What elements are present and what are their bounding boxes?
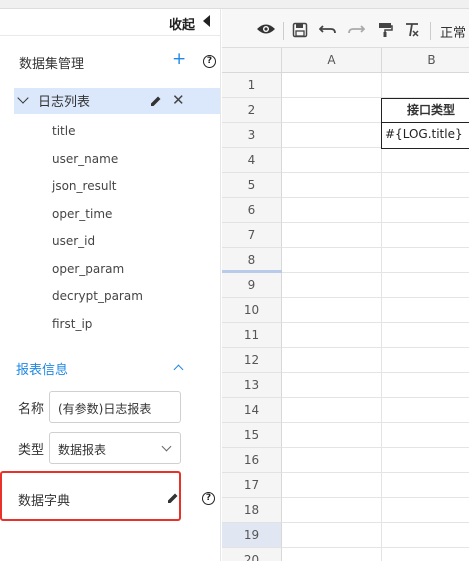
report-name-input[interactable]: (有参数)日志报表 (49, 391, 181, 423)
spreadsheet-grid[interactable]: A B 1 2 3 4 5 6 7 8 9 10 11 12 13 14 15 … (222, 48, 469, 561)
redo-icon[interactable] (347, 22, 366, 39)
window-top-strip (0, 0, 469, 9)
field-item[interactable]: oper_time (52, 207, 112, 221)
field-item[interactable]: user_id (52, 234, 95, 248)
row-header[interactable]: 9 (222, 273, 282, 298)
column-header-b[interactable]: B (382, 48, 469, 73)
report-type-value: 数据报表 (58, 443, 107, 457)
edit-dataset-icon[interactable] (150, 95, 162, 107)
row-header[interactable]: 6 (222, 198, 282, 223)
row-header[interactable]: 7 (222, 223, 282, 248)
row-header[interactable]: 19 (222, 523, 282, 548)
collapse-row[interactable]: 收起 (0, 9, 221, 35)
toolbar-separator (283, 22, 284, 40)
eye-icon[interactable] (256, 22, 276, 39)
row-header[interactable]: 18 (222, 498, 282, 523)
row-header[interactable]: 15 (222, 423, 282, 448)
cell-b3[interactable]: #{LOG.title} (382, 123, 469, 146)
field-item[interactable]: title (52, 124, 75, 138)
row-header[interactable]: 12 (222, 348, 282, 373)
cell-style-select[interactable]: 正常 (440, 22, 466, 41)
field-item[interactable]: oper_param (52, 262, 124, 276)
field-item[interactable]: decrypt_param (52, 289, 143, 303)
column-a-cells[interactable] (282, 73, 382, 561)
column-header-a[interactable]: A (282, 48, 382, 73)
save-icon[interactable] (292, 22, 308, 41)
row-header[interactable]: 17 (222, 473, 282, 498)
row-header[interactable]: 2 (222, 98, 282, 123)
row-header[interactable]: 16 (222, 448, 282, 473)
row-header[interactable]: 3 (222, 123, 282, 148)
collapse-label[interactable]: 收起 (169, 14, 195, 33)
edit-dictionary-icon[interactable] (167, 492, 179, 504)
clear-format-icon[interactable] (404, 22, 420, 41)
corner-cell[interactable] (222, 48, 282, 73)
row-header[interactable]: 13 (222, 373, 282, 398)
collapse-arrow-icon[interactable] (202, 14, 210, 28)
report-type-select[interactable]: 数据报表 (49, 432, 181, 464)
type-label: 类型 (18, 443, 45, 458)
field-item[interactable]: user_name (52, 152, 118, 166)
bordered-cell-group[interactable]: 接口类型 #{LOG.title} (381, 98, 469, 149)
row-header[interactable]: 10 (222, 298, 282, 323)
name-label: 名称 (18, 402, 45, 417)
chevron-down-icon (161, 441, 172, 452)
toolbar-separator (430, 22, 431, 40)
row-header[interactable]: 5 (222, 173, 282, 198)
field-item[interactable]: json_result (52, 179, 116, 193)
row-header[interactable]: 11 (222, 323, 282, 348)
add-dataset-icon[interactable]: + (172, 51, 186, 68)
report-info-header[interactable]: 报表信息 (16, 359, 68, 378)
dataset-manage-title: 数据集管理 (19, 57, 85, 72)
cell-b2[interactable]: 接口类型 (382, 99, 469, 123)
row-header[interactable]: 1 (222, 73, 282, 98)
delete-dataset-icon[interactable]: ✕ (172, 93, 185, 108)
report-name-value: (有参数)日志报表 (58, 402, 152, 416)
help-icon[interactable]: ? (203, 55, 216, 68)
row-header[interactable]: 4 (222, 148, 282, 173)
row-header[interactable]: 14 (222, 398, 282, 423)
row-header[interactable]: 20 (222, 548, 282, 561)
field-item[interactable]: first_ip (52, 317, 92, 331)
expand-chevron-icon[interactable] (17, 92, 29, 104)
format-painter-icon[interactable] (377, 22, 393, 41)
undo-icon[interactable] (318, 22, 337, 39)
dataset-item-log-list[interactable]: 日志列表 ✕ (14, 88, 220, 114)
dataset-item-label: 日志列表 (38, 95, 91, 110)
dictionary-help-icon[interactable]: ? (202, 492, 215, 505)
data-dictionary-label: 数据字典 (18, 494, 71, 509)
